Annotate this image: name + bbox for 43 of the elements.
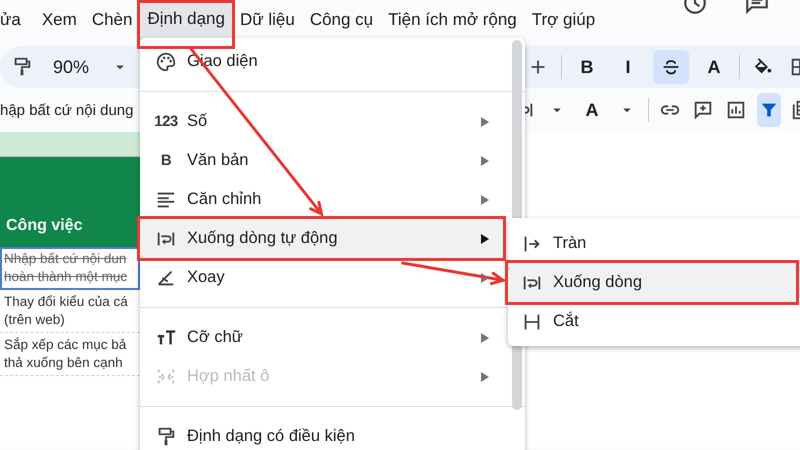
menu-icon-glyph: B xyxy=(160,152,172,169)
add-comment-icon[interactable] xyxy=(692,99,714,121)
table-cell[interactable]: Nhập bất cứ nội dun hoàn thành một mục xyxy=(0,247,140,290)
menu-item[interactable]: Cắt xyxy=(508,302,800,341)
formula-text: hập bất cứ nội dung xyxy=(0,102,134,118)
menu-item-label: Cắt xyxy=(553,312,579,331)
menu-item[interactable]: Căn chỉnh xyxy=(140,180,503,219)
menu-tab[interactable]: ửa xyxy=(0,2,28,38)
toolbar-button[interactable]: A xyxy=(578,93,606,127)
toolbar-button[interactable]: 90% xyxy=(44,50,98,84)
toolbar-button[interactable]: A xyxy=(698,50,730,84)
menu-tab[interactable]: Dữ liệu xyxy=(232,2,302,38)
palette-icon xyxy=(155,50,177,72)
menu-item[interactable]: B Văn bản xyxy=(140,141,503,180)
menu-icon-glyph: 123 xyxy=(154,113,178,130)
menu-item[interactable]: 123 Số xyxy=(140,102,503,141)
menu-item[interactable]: Xoay xyxy=(140,258,503,297)
menu-item-label: Căn chỉnh xyxy=(187,190,262,209)
menu-item[interactable]: Cỡ chữ xyxy=(140,318,503,357)
menu-item-label: Hợp nhất ô xyxy=(187,367,270,386)
menu-tab[interactable]: Trợ giúp xyxy=(524,2,602,38)
filter-button[interactable] xyxy=(757,93,781,127)
menu-tab[interactable]: Tiện ích mở rộng xyxy=(381,2,524,38)
menu-item[interactable]: Xuống dòng tự động xyxy=(140,219,503,258)
menu-item-label: Văn bản xyxy=(187,151,248,170)
menu-item[interactable]: Tràn xyxy=(508,224,800,263)
menu-tab[interactable]: Công cụ xyxy=(302,2,380,38)
strikethrough-button[interactable] xyxy=(653,50,689,84)
menu-item-label: Định dạng có điều kiện xyxy=(187,427,355,446)
menu-item-label: Xoay xyxy=(187,268,225,287)
menu-tab[interactable]: Xem xyxy=(34,2,84,38)
menu-tab[interactable]: Chèn xyxy=(84,2,140,38)
header-cell: Công việc xyxy=(0,157,140,247)
toolbar-button[interactable]: I xyxy=(612,50,644,84)
menu-item[interactable]: Định dạng có điều kiện xyxy=(140,417,503,450)
menu-item-label: Tràn xyxy=(553,234,586,253)
chart-icon[interactable] xyxy=(725,99,747,121)
menu-item-label: Cỡ chữ xyxy=(187,328,243,347)
menu-item[interactable]: Xuống dòng xyxy=(508,263,800,302)
menu-item-label: Xuống dòng xyxy=(553,273,642,292)
toolbar-button[interactable]: B xyxy=(571,50,603,84)
menu-item-label: Số xyxy=(187,112,208,131)
menu-item-label: Xuống dòng tự động xyxy=(187,229,338,248)
